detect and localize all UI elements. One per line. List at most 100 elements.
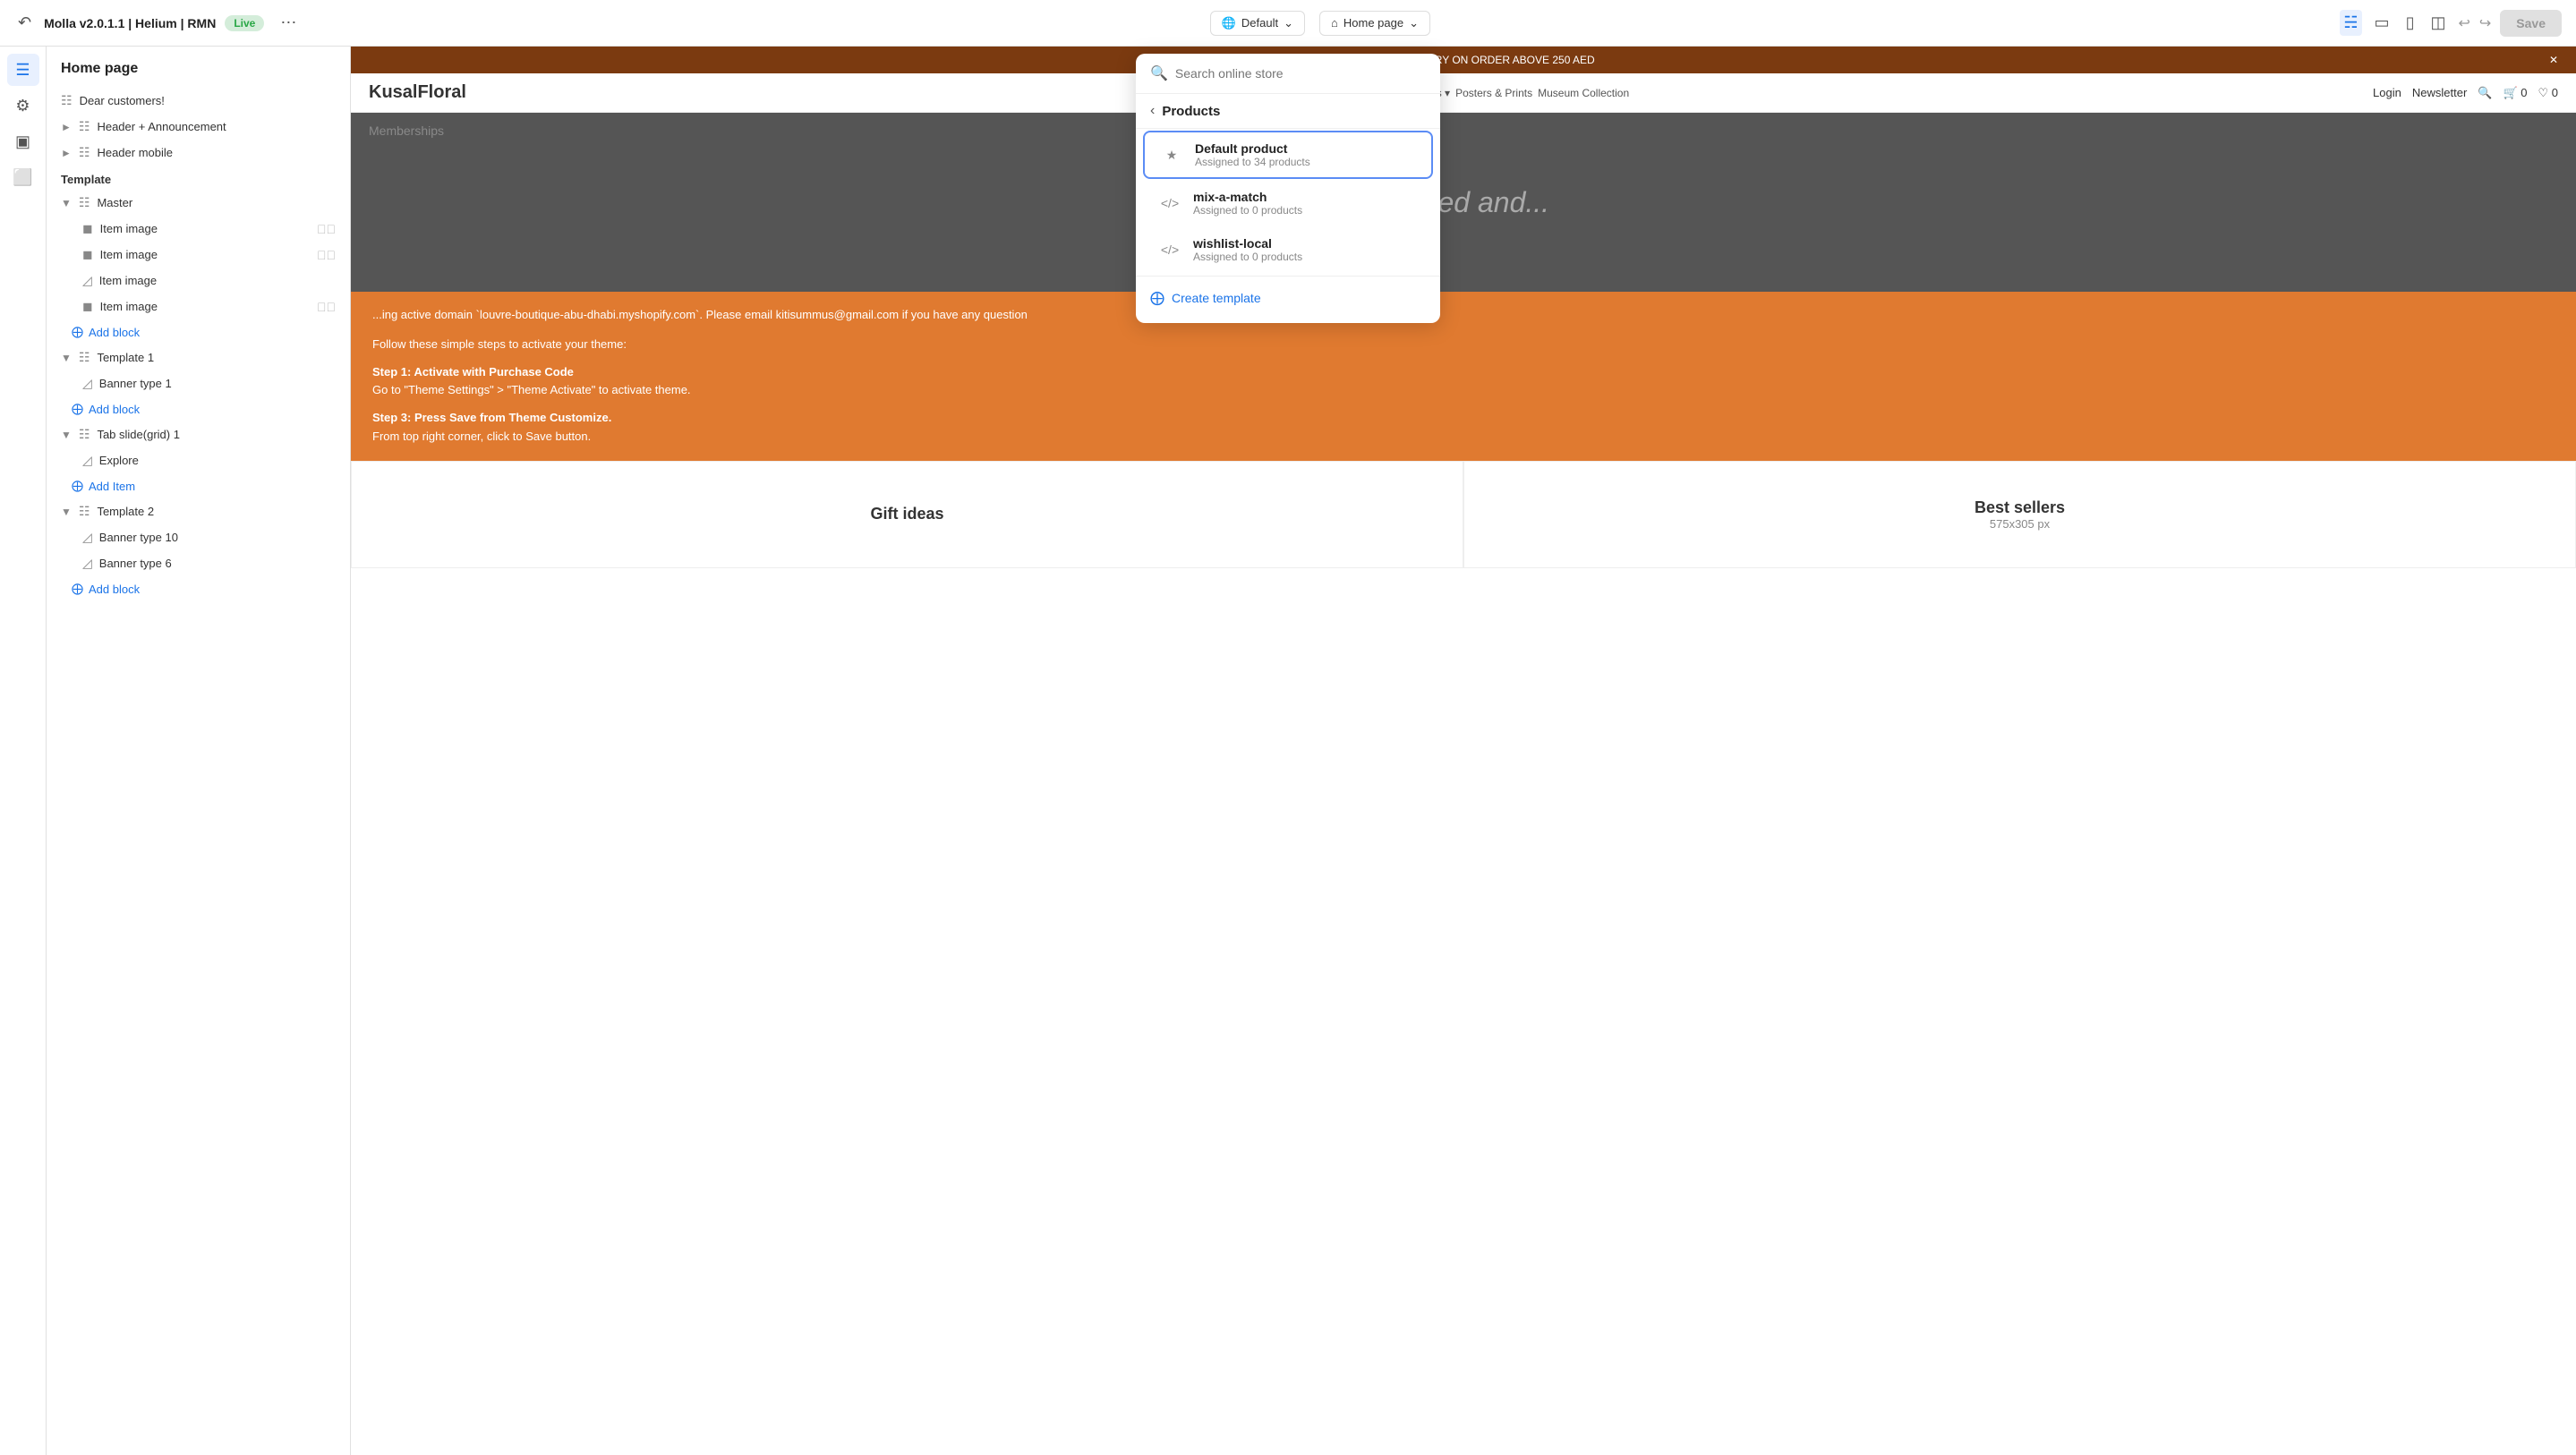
master-icon: ☷	[79, 195, 90, 210]
hero-label: Memberships	[369, 123, 444, 138]
item-label: Item image	[100, 300, 310, 313]
add-block-button-template1[interactable]: ⨁ Add block	[47, 396, 350, 421]
mobile-view-button[interactable]: ▯	[2402, 10, 2418, 36]
add-block-button-master[interactable]: ⨁ Add block	[47, 319, 350, 345]
apps-icon-btn[interactable]: ▣	[7, 125, 39, 157]
template-section-label: Template	[47, 166, 350, 190]
products-dropdown: 🔍 ‹ Products ★ Default product Assigned …	[1136, 54, 1440, 323]
item-label: Master	[97, 196, 336, 209]
item-label: Banner type 1	[99, 377, 336, 390]
save-button[interactable]: Save	[2500, 10, 2562, 37]
plus-icon: ⨁	[72, 479, 83, 493]
product-info-default: Default product Assigned to 34 products	[1195, 141, 1417, 168]
store-nav-right: Login Newsletter 🔍 🛒 0 ♡ 0	[2373, 86, 2558, 100]
sidebar-item-image-1[interactable]: ◼ Item image 👁⃒	[47, 216, 350, 242]
store-notice: ...ing active domain `louvre-boutique-ab…	[351, 292, 2576, 461]
product-sub: Assigned to 0 products	[1193, 204, 1419, 217]
sidebar-item-image-2[interactable]: ◼ Item image 👁⃒	[47, 242, 350, 268]
sidebar-item-template2[interactable]: ▼ ☷ Template 2	[47, 498, 350, 524]
sidebar-item-master[interactable]: ▼ ☷ Master	[47, 190, 350, 216]
back-button[interactable]: ↶	[14, 10, 35, 36]
home-icon: ⌂	[1331, 16, 1338, 30]
notice-text: ...ing active domain `louvre-boutique-ab…	[372, 306, 2555, 325]
banner-icon: ◿	[82, 376, 92, 391]
undo-button[interactable]: ↩	[2458, 14, 2469, 32]
sidebar-item-dear-customers[interactable]: ☷ Dear customers!	[47, 88, 350, 114]
product-name: wishlist-local	[1193, 236, 1419, 251]
eye-striked-icon: 👁⃒	[317, 222, 336, 236]
blocks-icon-btn[interactable]: ⬜	[7, 161, 39, 193]
product-item-mix[interactable]: </> mix-a-match Assigned to 0 products	[1143, 181, 1433, 225]
globe-icon: 🌐	[1222, 16, 1236, 30]
product-sub: Assigned to 34 products	[1195, 156, 1417, 168]
share-button[interactable]: ◫	[2427, 10, 2449, 36]
sidebar-item-template1[interactable]: ▼ ☷ Template 1	[47, 345, 350, 370]
store-grid: Gift ideas Best sellers 575x305 px	[351, 461, 2576, 568]
close-announcement-btn[interactable]: ✕	[2549, 54, 2558, 66]
image-icon: ◿	[82, 273, 92, 288]
image-icon: ◼	[82, 299, 93, 314]
item-label: Template 2	[97, 505, 336, 518]
page-selector[interactable]: ⌂ Home page ⌄	[1319, 11, 1430, 36]
section-icon: ☷	[79, 145, 90, 160]
create-template-label: Create template	[1172, 291, 1261, 305]
product-sub: Assigned to 0 products	[1193, 251, 1419, 263]
topbar-left: ↶ Molla v2.0.1.1 | Helium | RMN Live ⋯	[14, 10, 300, 36]
item-label: Template 1	[97, 351, 336, 364]
preview-content: SH... | FREE DELIVERY ON ORDER ABOVE 250…	[351, 47, 2576, 1455]
add-item-button[interactable]: ⨁ Add Item	[47, 473, 350, 498]
store-announcement: SH... | FREE DELIVERY ON ORDER ABOVE 250…	[351, 47, 2576, 73]
product-info-mix: mix-a-match Assigned to 0 products	[1193, 190, 1419, 217]
plus-icon: ⨁	[72, 402, 83, 416]
chevron-down-icon: ⌄	[1284, 16, 1293, 30]
sidebar-item-header-announcement[interactable]: ► ☷ Header + Announcement	[47, 114, 350, 140]
grid-title-gifts: Gift ideas	[870, 505, 943, 523]
section-icon: ☷	[61, 93, 73, 108]
item-label: Header mobile	[97, 146, 336, 159]
sidebar-item-tabslide1[interactable]: ▼ ☷ Tab slide(grid) 1	[47, 421, 350, 447]
search-input[interactable]	[1175, 66, 1426, 81]
star-icon: ★	[1159, 142, 1184, 167]
plus-icon: ⨁	[72, 582, 83, 596]
store-nav: KusalFloral Exhibitions ▾ Books ▾ Statio…	[351, 73, 2576, 113]
item-label: Banner type 6	[99, 557, 336, 570]
banner-icon: ◿	[82, 556, 92, 571]
steps-intro: Follow these simple steps to activate yo…	[372, 336, 2555, 354]
settings-icon-btn[interactable]: ⚙	[7, 89, 39, 122]
layers-icon-btn[interactable]: ☰	[7, 54, 39, 86]
sidebar-item-banner10[interactable]: ◿ Banner type 10	[47, 524, 350, 550]
desktop-view-button[interactable]: ☵	[2340, 10, 2361, 36]
sidebar-item-image-4[interactable]: ◼ Item image 👁⃒	[47, 294, 350, 319]
redo-button[interactable]: ↪	[2479, 14, 2491, 32]
preview-frame: SH... | FREE DELIVERY ON ORDER ABOVE 250…	[351, 47, 2576, 1455]
product-info-wishlist: wishlist-local Assigned to 0 products	[1193, 236, 1419, 263]
chevron-right-icon: ►	[61, 147, 72, 159]
product-item-wishlist[interactable]: </> wishlist-local Assigned to 0 product…	[1143, 227, 1433, 272]
more-button[interactable]: ⋯	[277, 10, 300, 36]
add-block-button-template2[interactable]: ⨁ Add block	[47, 576, 350, 601]
product-item-default[interactable]: ★ Default product Assigned to 34 product…	[1143, 131, 1433, 179]
grid-title-bestsellers: Best sellers	[1975, 498, 2065, 517]
app-title: Molla v2.0.1.1 | Helium | RMN	[44, 16, 216, 30]
code-icon: </>	[1157, 191, 1182, 216]
topbar-right: ☵ ▭ ▯ ◫ ↩ ↪ Save	[2340, 10, 2562, 37]
sidebar-item-banner6[interactable]: ◿ Banner type 6	[47, 550, 350, 576]
item-label: Item image	[99, 274, 336, 287]
eye-striked-icon: 👁⃒	[317, 248, 336, 262]
item-label: Explore	[99, 454, 336, 467]
sidebar-item-banner1[interactable]: ◿ Banner type 1	[47, 370, 350, 396]
tablet-view-button[interactable]: ▭	[2371, 10, 2393, 36]
back-arrow-icon[interactable]: ‹	[1150, 103, 1155, 119]
product-name: Default product	[1195, 141, 1417, 156]
topbar: ↶ Molla v2.0.1.1 | Helium | RMN Live ⋯ 🌐…	[0, 0, 2576, 47]
sidebar-item-header-mobile[interactable]: ► ☷ Header mobile	[47, 140, 350, 166]
code-icon: </>	[1157, 237, 1182, 262]
theme-selector[interactable]: 🌐 Default ⌄	[1210, 11, 1305, 36]
sidebar-item-explore[interactable]: ◿ Explore	[47, 447, 350, 473]
left-panel: Home page ☷ Dear customers! ► ☷ Header +…	[47, 47, 351, 1455]
page-label: Home page	[1343, 16, 1403, 30]
dropdown-section-title: Products	[1162, 104, 1220, 119]
explore-icon: ◿	[82, 453, 92, 468]
sidebar-item-image-3[interactable]: ◿ Item image	[47, 268, 350, 294]
create-template-button[interactable]: ⨁ Create template	[1136, 280, 1440, 316]
